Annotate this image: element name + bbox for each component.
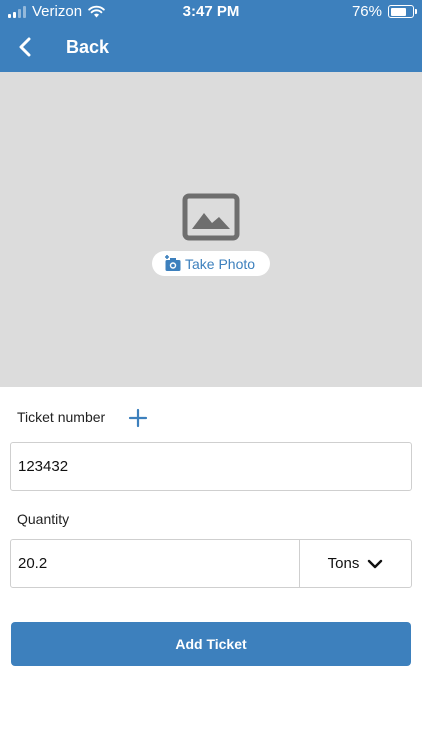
ticket-number-label: Ticket number (17, 409, 106, 425)
back-button[interactable]: Back (18, 30, 109, 64)
photo-preview-area[interactable]: Take Photo (0, 72, 422, 387)
add-ticket-label: Add Ticket (175, 636, 247, 652)
quantity-value: 20.2 (18, 555, 48, 572)
battery-icon (388, 5, 417, 18)
battery-percent: 76% (351, 3, 382, 20)
quantity-input[interactable]: 20.2 (10, 539, 300, 588)
take-photo-button[interactable]: Take Photo (152, 251, 270, 276)
image-icon (182, 193, 240, 241)
unit-selected-value: Tons (327, 555, 360, 572)
plus-icon[interactable] (128, 408, 148, 428)
chevron-left-icon (18, 30, 46, 64)
ticket-number-value: 123432 (18, 458, 69, 475)
ticket-number-input[interactable]: 123432 (10, 442, 412, 491)
app-header: Verizon 3:47 PM 76% Back (0, 0, 422, 72)
unit-select[interactable]: Tons (299, 539, 412, 588)
take-photo-label: Take Photo (185, 255, 256, 272)
nav-bar: Back (0, 30, 422, 64)
status-right: 76% (351, 3, 417, 20)
back-label: Back (66, 36, 110, 57)
battery-level-fill (390, 7, 407, 16)
chevron-down-icon (368, 559, 383, 568)
quantity-label: Quantity (17, 511, 70, 527)
status-bar: Verizon 3:47 PM 76% (0, 0, 422, 24)
camera-icon (165, 255, 181, 271)
add-ticket-button[interactable]: Add Ticket (11, 622, 411, 666)
